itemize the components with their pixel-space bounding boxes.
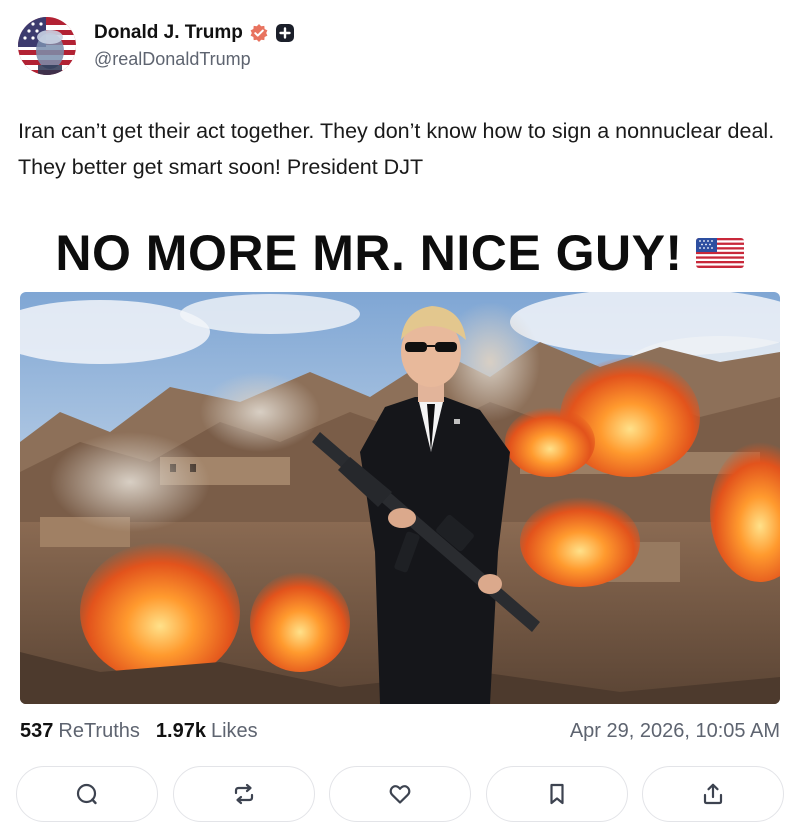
likes-count[interactable]: 1.97k xyxy=(156,720,206,743)
headline-text: NO MORE MR. NICE GUY! xyxy=(55,225,683,281)
retruth-icon xyxy=(234,783,253,805)
image-headline: NO MORE MR. NICE GUY! xyxy=(20,222,780,284)
post-timestamp[interactable]: Apr 29, 2026, 10:05 AM xyxy=(570,720,780,743)
post-stats: 537 ReTruths 1.97k Likes Apr 29, 2026, 1… xyxy=(20,716,780,746)
avatar[interactable] xyxy=(18,17,76,75)
like-button[interactable] xyxy=(329,766,471,822)
bookmark-button[interactable] xyxy=(485,766,628,822)
reply-icon xyxy=(76,783,97,805)
retruth-button[interactable] xyxy=(172,766,315,822)
retruths-label[interactable]: ReTruths xyxy=(58,720,140,743)
display-name[interactable]: Donald J. Trump xyxy=(94,22,243,44)
like-icon xyxy=(389,785,411,804)
avatar-flag-portrait xyxy=(18,17,76,75)
retruths-count[interactable]: 537 xyxy=(20,720,53,743)
share-icon xyxy=(703,783,723,805)
post-image-art xyxy=(20,292,780,704)
plus-badge-icon xyxy=(275,23,295,43)
handle[interactable]: @realDonaldTrump xyxy=(94,49,295,70)
reply-button[interactable] xyxy=(16,766,158,822)
bookmark-icon xyxy=(549,783,564,805)
us-flag-icon xyxy=(695,236,745,270)
name-row: Donald J. Trump xyxy=(94,22,295,44)
action-bar xyxy=(16,766,784,822)
likes-label[interactable]: Likes xyxy=(211,720,258,743)
author-names: Donald J. Trump @realDonaldTrump xyxy=(94,22,295,70)
post-text: Iran can’t get their act together. They … xyxy=(18,119,775,179)
verified-badge-icon xyxy=(249,23,269,43)
post-image[interactable] xyxy=(20,292,780,704)
share-button[interactable] xyxy=(642,766,784,822)
truth-post: Donald J. Trump @realDonaldTrump Iran ca… xyxy=(0,0,800,827)
post-header: Donald J. Trump @realDonaldTrump xyxy=(18,16,295,76)
